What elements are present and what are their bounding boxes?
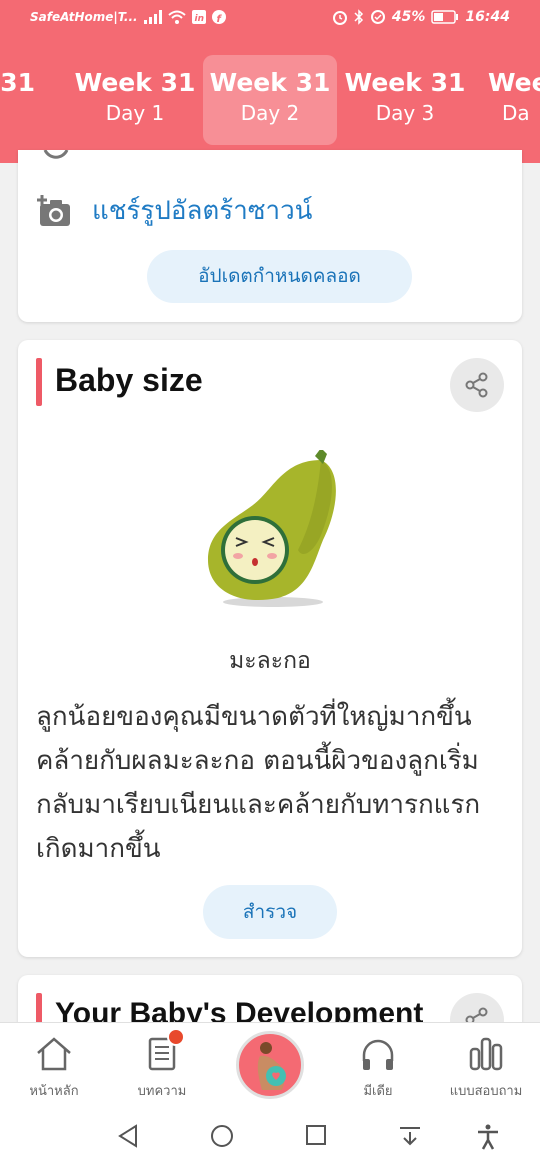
week-tab-next-partial[interactable]: Wee Da (473, 55, 540, 145)
week-tab-title: Wee (488, 68, 540, 97)
week-tab-day: Day 2 (240, 101, 300, 125)
facebook-icon: f (211, 10, 226, 24)
headphones-icon (362, 1039, 394, 1070)
papaya-illustration (208, 450, 336, 607)
home-icon (37, 1037, 71, 1071)
status-left: SafeAtHome|T... in f (30, 10, 226, 24)
battery-percent: 45% (391, 9, 426, 25)
nav-media-label: มีเดีย (363, 1084, 393, 1099)
week-tab-day: Day 1 (105, 101, 165, 125)
wifi-icon (167, 10, 186, 24)
nav-articles-label: บทความ (137, 1084, 187, 1099)
week-tab-day-1[interactable]: Week 31 Day 1 (68, 55, 202, 145)
add-photo-icon (37, 194, 70, 226)
baby-size-title: Baby size (55, 362, 203, 398)
share-icon (465, 372, 488, 398)
share-ultrasound-link[interactable]: แชร์รูปอัลตร้าซาวน์ (36, 190, 312, 231)
week-tab-title: Week 31 (209, 68, 331, 97)
nav-quiz[interactable]: แบบสอบถาม (432, 1023, 540, 1107)
nav-articles[interactable]: บทความ (108, 1023, 216, 1107)
battery-icon (431, 10, 459, 24)
pregnancy-tracker-button[interactable] (236, 1031, 304, 1099)
week-tab-day: Da (502, 101, 530, 125)
bluetooth-icon (354, 9, 363, 25)
fruit-name: มะละกอ (229, 648, 311, 674)
system-navigation-bar (0, 1106, 540, 1170)
notification-pull-icon[interactable] (398, 1124, 422, 1148)
week-tab-day-2-selected[interactable]: Week 31 Day 2 (203, 55, 337, 145)
nav-home-label: หน้าหลัก (29, 1084, 79, 1099)
status-bar: SafeAtHome|T... in f 45% 16:44 (0, 0, 540, 38)
clock-partial-icon (43, 150, 69, 159)
app-name: SafeAtHome|T... (30, 10, 138, 24)
week-tab-title: Week 31 (344, 68, 466, 97)
accessibility-icon[interactable] (476, 1124, 500, 1150)
week-tab-title: Week 31 (74, 68, 196, 97)
notification-badge (167, 1028, 185, 1046)
app-header: SafeAtHome|T... in f 45% 16:44 k 31 Week… (0, 0, 540, 163)
nav-quiz-label: แบบสอบถาม (449, 1084, 523, 1099)
share-ultrasound-label: แชร์รูปอัลตร้าซาวน์ (92, 195, 313, 225)
linkedin-icon: in (191, 10, 206, 24)
bottom-navigation: หน้าหลัก บทความ มีเดีย แบบสอบถาม (0, 1022, 540, 1106)
baby-size-description: ลูกน้อยของคุณมีขนาดตัวที่ใหญ่มากขึ้นคล้า… (36, 702, 481, 864)
title-accent-bar (36, 358, 42, 406)
update-due-date-button[interactable]: อัปเดตกำหนดคลอด (147, 250, 412, 303)
week-tab-title: k 31 (0, 68, 36, 97)
svg-text:in: in (194, 14, 204, 24)
back-icon[interactable] (117, 1124, 139, 1148)
clock: 16:44 (465, 9, 510, 25)
signal-icon (143, 10, 162, 24)
recents-icon[interactable] (305, 1124, 327, 1146)
week-day-selector: k 31 Week 31 Day 1 Week 31 Day 2 Week 31… (0, 55, 540, 145)
week-tab-day-3[interactable]: Week 31 Day 3 (338, 55, 472, 145)
status-right: 45% 16:44 (332, 9, 510, 25)
nav-media[interactable]: มีเดีย (324, 1023, 432, 1107)
data-saver-icon (370, 10, 385, 24)
week-tab-prev-partial[interactable]: k 31 (0, 55, 72, 145)
home-circle-icon[interactable] (210, 1124, 234, 1148)
nav-home[interactable]: หน้าหลัก (0, 1023, 108, 1107)
bar-chart-icon (469, 1037, 503, 1071)
week-tab-day: Day 3 (375, 101, 435, 125)
ultrasound-card: แชร์รูปอัลตร้าซาวน์ อัปเดตกำหนดคลอด (18, 150, 522, 322)
pregnant-woman-icon (257, 1042, 286, 1090)
share-button[interactable] (450, 358, 504, 412)
explore-button[interactable]: สำรวจ (203, 885, 337, 939)
alarm-icon (332, 11, 347, 25)
baby-size-card: Baby size มะละกอ ลูกน้อยของคุณมีขนาดตัวท… (18, 340, 522, 957)
